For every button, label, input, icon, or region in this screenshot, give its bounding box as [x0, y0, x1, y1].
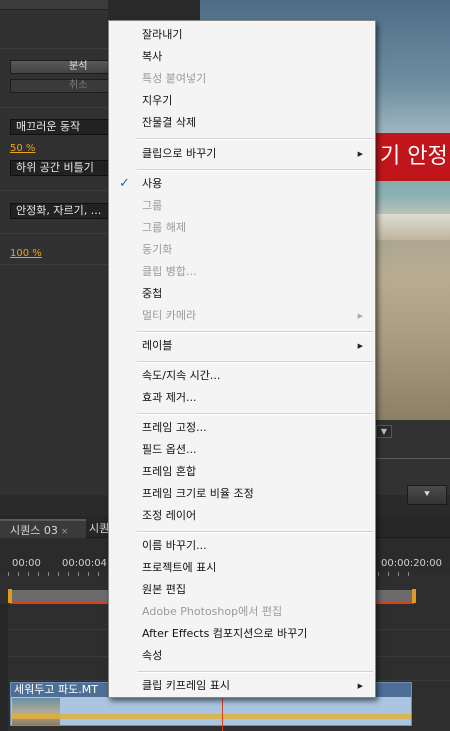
menu-label: 속성: [142, 649, 163, 662]
checkmark-icon: ✓: [119, 176, 130, 191]
menu-item-replace-with-clip[interactable]: 클립으로 바꾸기 ▶: [109, 143, 375, 165]
menu-label: 조정 레이어: [142, 509, 197, 522]
tab-sequence-03[interactable]: 시퀀스 03 ×: [0, 519, 86, 538]
panel-header-strip: [0, 0, 108, 10]
menu-separator: [137, 671, 373, 673]
menu-item-cut[interactable]: 잘라내기: [109, 24, 375, 46]
tab-label: 시퀀: [89, 522, 110, 535]
track-header-column: [0, 604, 8, 731]
work-area-end-handle[interactable]: [412, 589, 416, 603]
menu-item-frame-hold[interactable]: 프레임 고정...: [109, 417, 375, 439]
menu-label: 특성 붙여넣기: [142, 72, 207, 85]
timecode-label: 00:00:20:00: [381, 558, 443, 569]
menu-label: 멀티 카메라: [142, 309, 197, 322]
divider: [0, 107, 108, 108]
menu-label: 클립 병합...: [142, 265, 197, 278]
menu-item-copy[interactable]: 복사: [109, 46, 375, 68]
menu-item-scale-to-frame-size[interactable]: 프레임 크기로 비율 조정: [109, 483, 375, 505]
menu-label: 원본 편집: [142, 583, 186, 596]
menu-item-adjustment-layer[interactable]: 조정 레이어: [109, 505, 375, 527]
scale-value[interactable]: 100 %: [10, 248, 42, 259]
menu-label: 그룹: [142, 199, 163, 212]
tab-label: 시퀀스 03: [10, 524, 58, 537]
menu-item-rename[interactable]: 이름 바꾸기...: [109, 535, 375, 557]
menu-label: 사용: [142, 177, 163, 190]
menu-item-ripple-delete[interactable]: 잔물결 삭제: [109, 112, 375, 134]
submenu-arrow-icon: ▶: [357, 150, 363, 158]
submenu-arrow-icon: ▶: [357, 342, 363, 350]
menu-label: 동기화: [142, 243, 173, 256]
menu-item-show-clip-keyframes[interactable]: 클립 키프레임 표시 ▶: [109, 675, 375, 697]
menu-separator: [137, 531, 373, 533]
menu-item-properties[interactable]: 속성: [109, 645, 375, 667]
close-icon[interactable]: ×: [61, 527, 69, 537]
menu-label: 속도/지속 시간...: [142, 369, 221, 382]
menu-separator: [137, 331, 373, 333]
result-mode-dropdown[interactable]: 매끄러운 동작: [10, 119, 108, 135]
framing-dropdown[interactable]: 안정화, 자르기, ...: [10, 203, 108, 219]
menu-item-enable[interactable]: ✓ 사용: [109, 173, 375, 195]
menu-item-nest[interactable]: 중첩: [109, 283, 375, 305]
menu-label: 클립 키프레임 표시: [142, 679, 230, 692]
divider: [0, 264, 108, 265]
menu-label: 프레임 고정...: [142, 421, 207, 434]
menu-label: 클립으로 바꾸기: [142, 147, 217, 160]
menu-item-group[interactable]: 그룹: [109, 195, 375, 217]
menu-label: 그룹 해제: [142, 221, 186, 234]
menu-item-merge-clips[interactable]: 클립 병합...: [109, 261, 375, 283]
menu-label: 프레임 혼합: [142, 465, 197, 478]
divider: [0, 190, 108, 191]
marker-button[interactable]: ⯆: [407, 485, 447, 505]
menu-item-clear[interactable]: 지우기: [109, 90, 375, 112]
menu-label: 잔물결 삭제: [142, 116, 197, 129]
menu-item-replace-with-after-effects[interactable]: After Effects 컴포지션으로 바꾸기: [109, 623, 375, 645]
menu-label: 프레임 크기로 비율 조정: [142, 487, 254, 500]
menu-label: 중첩: [142, 287, 163, 300]
menu-label: 필드 옵션...: [142, 443, 197, 456]
monitor-scrub-line: [376, 458, 450, 459]
menu-item-remove-effects[interactable]: 효과 제거...: [109, 387, 375, 409]
menu-item-paste-attributes[interactable]: 특성 붙여넣기: [109, 68, 375, 90]
analyze-button[interactable]: 분석: [10, 60, 108, 74]
menu-label: 복사: [142, 50, 163, 63]
timecode-label: 00:00: [12, 558, 41, 569]
menu-label: 프로젝트에 표시: [142, 561, 217, 574]
caption-title-overlay: 기 안정: [370, 133, 450, 181]
menu-label: 효과 제거...: [142, 391, 197, 404]
smoothness-value[interactable]: 50 %: [10, 143, 35, 154]
submenu-arrow-icon: ▶: [357, 312, 363, 320]
timecode-label: 00:00:04:: [62, 558, 111, 569]
submenu-arrow-icon: ▶: [357, 682, 363, 690]
menu-item-speed-duration[interactable]: 속도/지속 시간...: [109, 365, 375, 387]
menu-item-edit-original[interactable]: 원본 편집: [109, 579, 375, 601]
menu-item-frame-blend[interactable]: 프레임 혼합: [109, 461, 375, 483]
clip-keyframe-band: [11, 714, 411, 719]
menu-item-edit-in-photoshop[interactable]: Adobe Photoshop에서 편집: [109, 601, 375, 623]
menu-label: After Effects 컴포지션으로 바꾸기: [142, 627, 308, 640]
menu-item-multi-camera[interactable]: 멀티 카메라 ▶: [109, 305, 375, 327]
divider: [0, 233, 108, 234]
menu-item-ungroup[interactable]: 그룹 해제: [109, 217, 375, 239]
menu-item-synchronize[interactable]: 동기화: [109, 239, 375, 261]
menu-label: 레이블: [142, 339, 173, 352]
menu-label: 잘라내기: [142, 28, 183, 41]
menu-label: 이름 바꾸기...: [142, 539, 207, 552]
menu-separator: [137, 138, 373, 140]
menu-separator: [137, 413, 373, 415]
divider: [0, 48, 108, 49]
effect-controls-panel: 분석 취소 매끄러운 동작 50 % 하위 공간 비틀기 안정화, 자르기, .…: [0, 0, 108, 495]
menu-separator: [137, 361, 373, 363]
work-area-start-handle[interactable]: [8, 589, 12, 603]
menu-item-reveal-in-project[interactable]: 프로젝트에 표시: [109, 557, 375, 579]
method-dropdown[interactable]: 하위 공간 비틀기: [10, 160, 108, 176]
menu-separator: [137, 169, 373, 171]
cancel-button[interactable]: 취소: [10, 79, 108, 93]
dropdown-arrow-icon[interactable]: ▼: [376, 425, 392, 438]
menu-label: 지우기: [142, 94, 173, 107]
menu-item-label[interactable]: 레이블 ▶: [109, 335, 375, 357]
clip-thumbnail: [12, 698, 60, 725]
menu-item-field-options[interactable]: 필드 옵션...: [109, 439, 375, 461]
clip-context-menu: 잘라내기 복사 특성 붙여넣기 지우기 잔물결 삭제 클립으로 바꾸기 ▶ ✓ 사용…: [108, 20, 376, 698]
menu-label: Adobe Photoshop에서 편집: [142, 605, 283, 618]
